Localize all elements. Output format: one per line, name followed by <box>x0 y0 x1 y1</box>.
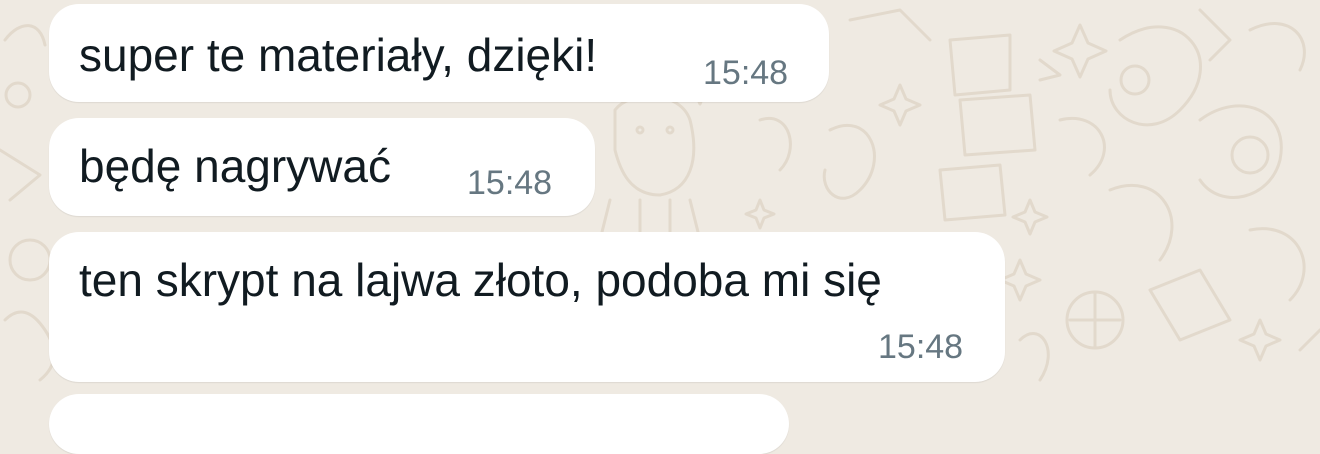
message-bubble[interactable]: ten skrypt na lajwa złoto, podoba mi się… <box>49 232 1005 382</box>
message-bubble-partial[interactable] <box>49 394 789 454</box>
message-list: super te materiały, dzięki! 15:48 będę n… <box>0 0 1320 454</box>
message-time: 15:48 <box>703 54 789 92</box>
message-bubble[interactable]: będę nagrywać 15:48 <box>49 118 595 216</box>
message-time: 15:48 <box>467 164 553 202</box>
message-text: będę nagrywać <box>79 140 391 192</box>
message-text: super te materiały, dzięki! <box>79 29 598 81</box>
message-text: ten skrypt na lajwa złoto, podoba mi się <box>79 254 882 306</box>
message-bubble[interactable]: super te materiały, dzięki! 15:48 <box>49 4 829 102</box>
message-time: 15:48 <box>878 328 964 366</box>
